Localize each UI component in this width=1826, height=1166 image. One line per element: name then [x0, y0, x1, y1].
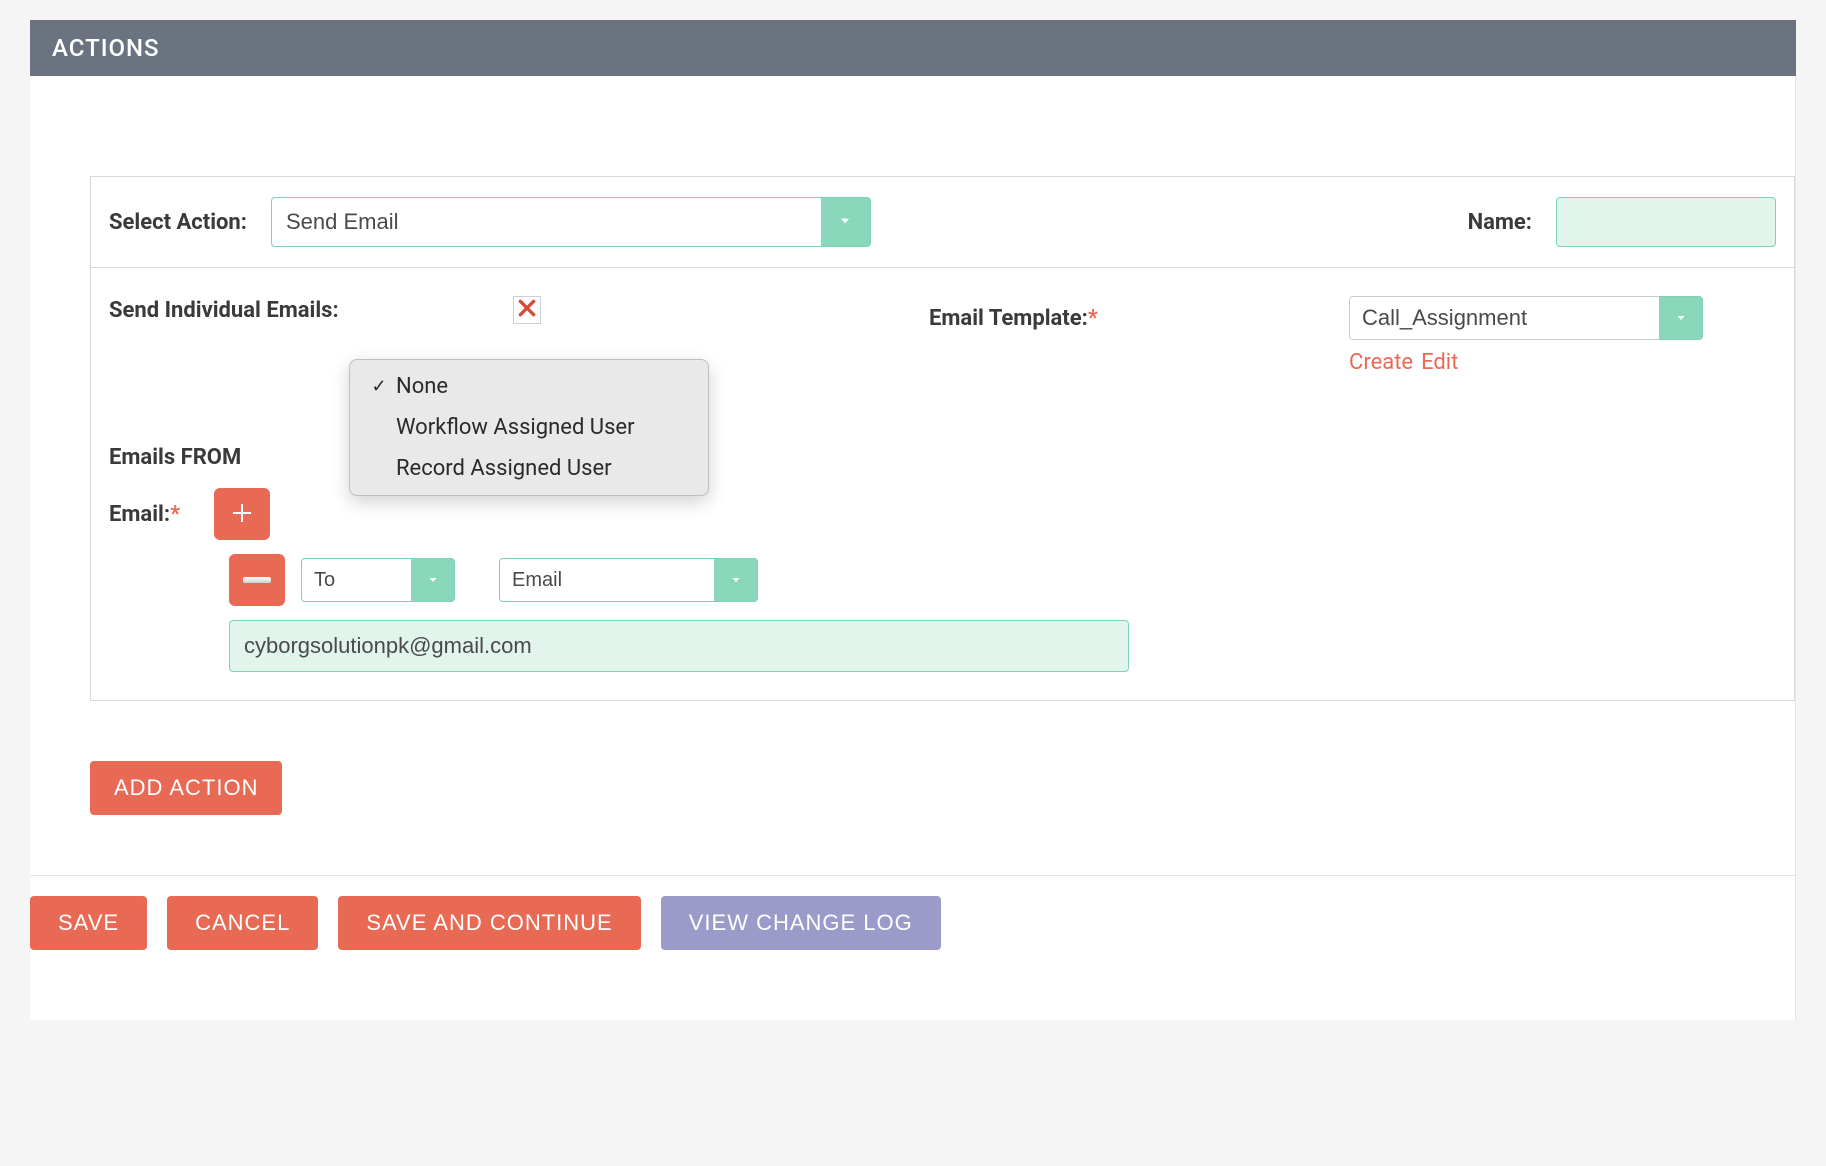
select-action-dropdown[interactable] [271, 197, 871, 247]
edit-template-link[interactable]: Edit [1421, 350, 1458, 375]
create-template-link[interactable]: Create [1349, 350, 1413, 375]
send-individual-checkbox[interactable] [513, 296, 541, 324]
select-action-input[interactable] [271, 197, 821, 247]
email-label-text: Email: [109, 502, 170, 527]
email-template-dropdown[interactable] [1349, 296, 1703, 340]
emails-from-row: Emails FROM ✓ None Workflow Assigned Use… [91, 375, 1794, 470]
send-individual-row: Send Individual Emails: Email Template:* [91, 268, 1794, 375]
plus-icon [230, 501, 254, 528]
name-input[interactable] [1556, 197, 1776, 247]
recipient-type-input[interactable] [301, 558, 411, 602]
action-panel: Select Action: Name: Send Individua [90, 176, 1795, 701]
chevron-down-icon [425, 571, 441, 590]
recipient-field-caret[interactable] [714, 558, 758, 602]
chevron-down-icon [728, 571, 744, 590]
email-value-row [91, 606, 1794, 700]
send-individual-col: Send Individual Emails: [109, 296, 929, 324]
view-change-log-button[interactable]: VIEW CHANGE LOG [661, 896, 941, 950]
email-template-row: Email Template:* [929, 296, 1703, 340]
recipient-field-input[interactable] [499, 558, 714, 602]
dropdown-option-label: Workflow Assigned User [396, 415, 635, 440]
email-template-input[interactable] [1349, 296, 1659, 340]
save-and-continue-button[interactable]: SAVE AND CONTINUE [338, 896, 640, 950]
select-action-label: Select Action: [109, 210, 247, 235]
remove-recipient-button[interactable] [229, 554, 285, 606]
dropdown-option-label: None [396, 374, 448, 399]
dropdown-option-workflow-assigned[interactable]: Workflow Assigned User [350, 407, 708, 448]
emails-from-label: Emails FROM [109, 445, 241, 470]
dropdown-option-none[interactable]: ✓ None [350, 366, 708, 407]
x-icon [517, 298, 537, 322]
footer-buttons: SAVE CANCEL SAVE AND CONTINUE VIEW CHANG… [30, 875, 1795, 980]
recipient-field-dropdown[interactable] [499, 558, 758, 602]
required-asterisk: * [170, 502, 180, 527]
actions-section-header: ACTIONS [30, 20, 1796, 76]
email-template-col: Email Template:* [929, 296, 1703, 375]
add-recipient-button[interactable] [214, 488, 270, 540]
save-button[interactable]: SAVE [30, 896, 147, 950]
dropdown-option-label: Record Assigned User [396, 456, 612, 481]
minus-icon [243, 577, 271, 583]
email-recipient-row [91, 540, 1794, 606]
name-label: Name: [1468, 210, 1532, 235]
name-group: Name: [1468, 197, 1776, 247]
email-address-input[interactable] [229, 620, 1129, 672]
select-action-caret[interactable] [821, 197, 871, 247]
email-label: Email:* [109, 502, 180, 527]
chevron-down-icon [836, 213, 854, 232]
cancel-button[interactable]: CANCEL [167, 896, 318, 950]
email-recipient-header-row: Email:* [91, 470, 1794, 540]
emails-from-dropdown-popup: ✓ None Workflow Assigned User Record Ass… [349, 359, 709, 496]
content-area: Select Action: Name: Send Individua [30, 76, 1796, 1020]
select-action-row: Select Action: Name: [91, 177, 1794, 268]
chevron-down-icon [1673, 309, 1689, 328]
add-action-button[interactable]: ADD ACTION [90, 761, 282, 815]
recipient-type-dropdown[interactable] [301, 558, 455, 602]
send-individual-label: Send Individual Emails: [109, 298, 339, 323]
checkmark-icon: ✓ [368, 376, 390, 397]
required-asterisk: * [1088, 306, 1098, 331]
recipient-type-caret[interactable] [411, 558, 455, 602]
dropdown-option-record-assigned[interactable]: Record Assigned User [350, 448, 708, 489]
email-template-caret[interactable] [1659, 296, 1703, 340]
email-template-label: Email Template:* [929, 306, 1098, 331]
email-template-label-text: Email Template: [929, 306, 1088, 331]
template-links: Create Edit [1349, 350, 1703, 375]
